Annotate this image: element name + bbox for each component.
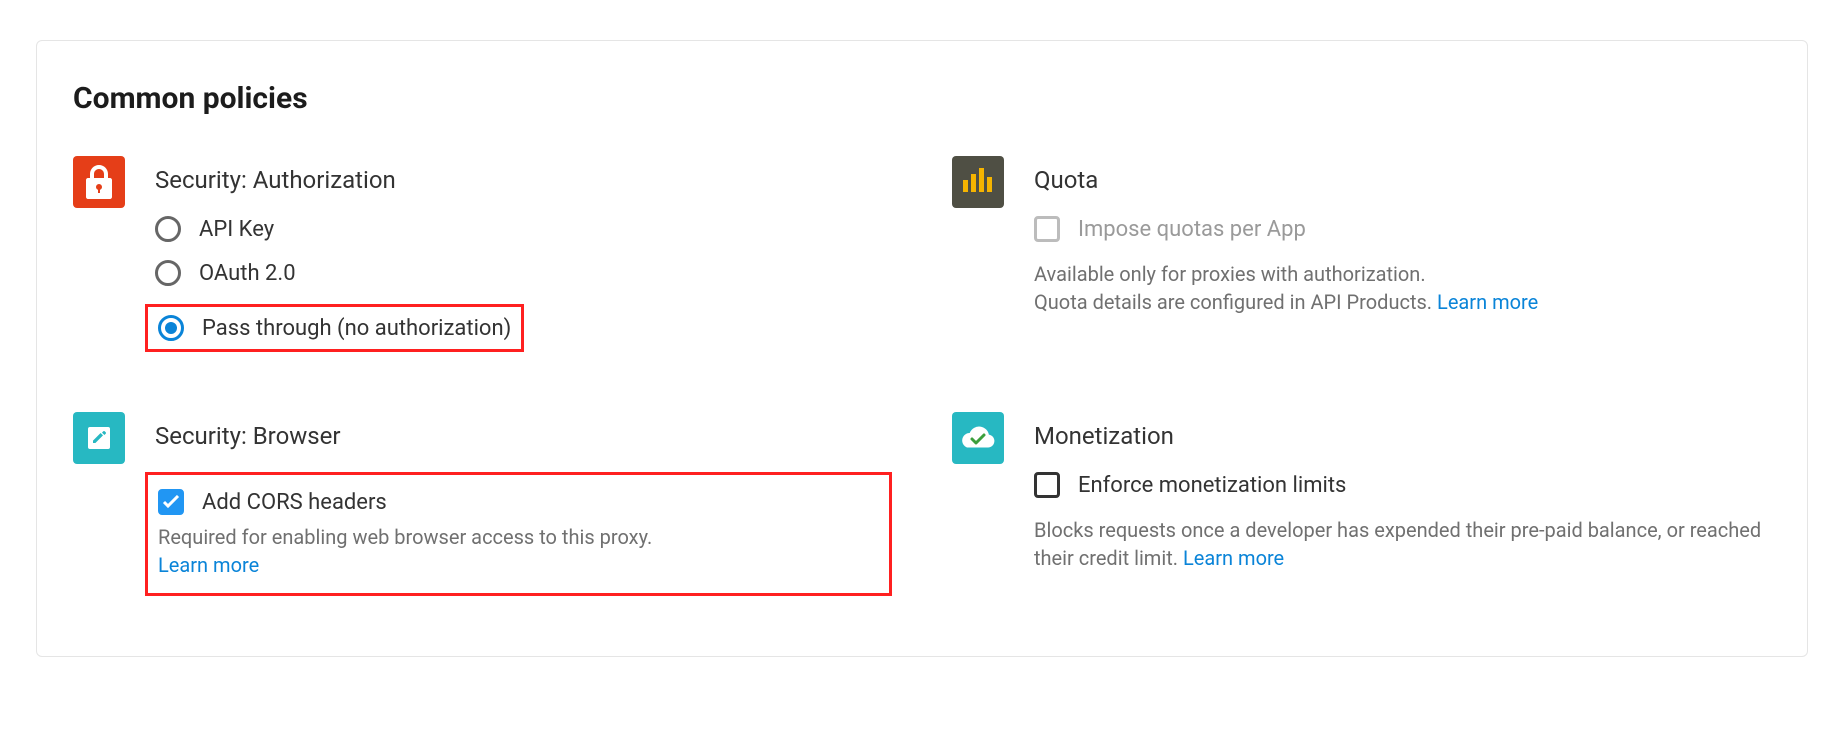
quota-option-label: Impose quotas per App	[1078, 217, 1306, 242]
radio-label-pass-through: Pass through (no authorization)	[202, 316, 511, 341]
monetization-learn-more-link[interactable]: Learn more	[1183, 546, 1284, 570]
policy-security-browser: Security: Browser Add CORS headers Requi…	[73, 412, 892, 596]
monetization-description: Blocks requests once a developer has exp…	[1034, 516, 1771, 572]
radio-icon-selected[interactable]	[158, 315, 184, 341]
checkbox-option-monetization[interactable]: Enforce monetization limits	[1034, 472, 1771, 498]
cors-option-label: Add CORS headers	[202, 490, 387, 515]
checkbox-checked-icon[interactable]	[158, 489, 184, 515]
section-title: Common policies	[73, 81, 1771, 116]
cors-desc-text: Required for enabling web browser access…	[158, 525, 652, 549]
cors-learn-more-link[interactable]: Learn more	[158, 553, 259, 577]
lock-icon	[73, 156, 125, 208]
quota-description: Available only for proxies with authoriz…	[1034, 260, 1771, 316]
pencil-icon	[73, 412, 125, 464]
cloud-check-icon	[952, 412, 1004, 464]
radio-icon[interactable]	[155, 260, 181, 286]
monetization-desc-text: Blocks requests once a developer has exp…	[1034, 518, 1761, 570]
highlighted-cors-block: Add CORS headers Required for enabling w…	[145, 472, 892, 596]
quota-learn-more-link[interactable]: Learn more	[1437, 290, 1538, 314]
common-policies-panel: Common policies Security: Authorization …	[36, 40, 1808, 657]
security-browser-title: Security: Browser	[155, 412, 892, 450]
bar-chart-icon	[952, 156, 1004, 208]
policy-security-authorization: Security: Authorization API Key OAuth 2.…	[73, 156, 892, 352]
monetization-option-label: Enforce monetization limits	[1078, 473, 1346, 498]
radio-option-api-key[interactable]: API Key	[155, 216, 892, 242]
highlighted-pass-through: Pass through (no authorization)	[145, 304, 524, 352]
quota-title: Quota	[1034, 156, 1771, 194]
radio-option-oauth[interactable]: OAuth 2.0	[155, 260, 892, 286]
policies-grid: Security: Authorization API Key OAuth 2.…	[73, 156, 1771, 596]
policy-monetization: Monetization Enforce monetization limits…	[952, 412, 1771, 596]
checkbox-option-cors[interactable]: Add CORS headers	[158, 489, 871, 515]
radio-label-oauth: OAuth 2.0	[199, 261, 296, 286]
checkbox-icon[interactable]	[1034, 472, 1060, 498]
monetization-title: Monetization	[1034, 412, 1771, 450]
checkbox-option-quota: Impose quotas per App	[1034, 216, 1771, 242]
cors-description: Required for enabling web browser access…	[158, 523, 871, 579]
policy-quota: Quota Impose quotas per App Available on…	[952, 156, 1771, 352]
security-authorization-title: Security: Authorization	[155, 156, 892, 194]
quota-desc-line2: Quota details are configured in API Prod…	[1034, 290, 1437, 314]
radio-icon[interactable]	[155, 216, 181, 242]
checkbox-disabled-icon	[1034, 216, 1060, 242]
quota-desc-line1: Available only for proxies with authoriz…	[1034, 262, 1426, 286]
radio-label-api-key: API Key	[199, 217, 274, 242]
